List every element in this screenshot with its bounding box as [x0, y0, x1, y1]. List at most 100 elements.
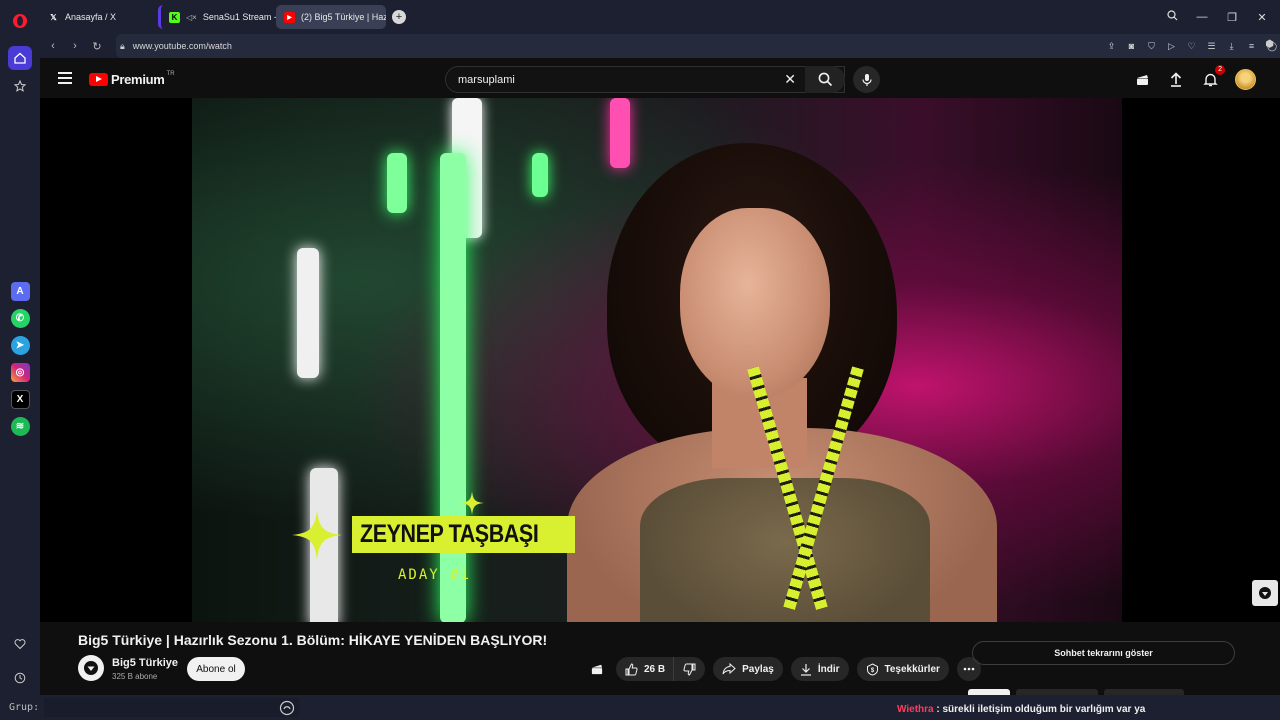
telegram-icon[interactable]: ➤ [10, 336, 30, 355]
logo-text: Premium [111, 72, 165, 87]
new-tab-button[interactable]: + [392, 10, 406, 24]
svg-text:$: $ [870, 668, 874, 674]
more-horizontal-icon [963, 667, 975, 671]
tab-label: SenaSu1 Stream - Kick [202, 12, 276, 22]
create-clapper-icon[interactable] [1133, 70, 1151, 88]
clip-clapper-icon[interactable] [588, 660, 606, 678]
kick-logo-icon: K [169, 11, 180, 23]
upload-arrow-icon[interactable] [1167, 70, 1185, 88]
notification-count-badge: 2 [1215, 65, 1225, 75]
show-chat-replay-button[interactable]: Sohbet tekrarını göster [972, 641, 1235, 665]
tab-bar: 𝕏 Anasayfa / X K ◁× SenaSu1 Stream - Kic… [40, 0, 1280, 34]
url-text: www.youtube.com/watch [132, 41, 232, 51]
dislike-button[interactable] [673, 657, 706, 681]
video-actions: 26 B Paylaş İndir $ Teşekkürler [588, 657, 981, 681]
clear-search-icon[interactable]: ✕ [784, 71, 796, 88]
player-icon[interactable]: ▷ [1167, 41, 1176, 52]
share-arrow-icon [722, 663, 736, 675]
send-to-icon[interactable]: ⇪ [1107, 41, 1116, 52]
download-icon [800, 663, 811, 676]
contestant-name: ZEYNEP TAŞBAŞI [360, 520, 539, 548]
youtube-premium-logo[interactable]: Premium TR [89, 70, 175, 87]
neon-light-white-left [297, 248, 319, 378]
tab-kick-stream[interactable]: K ◁× SenaSu1 Stream - Kick [158, 5, 276, 29]
download-label: İndir [817, 663, 840, 675]
x-logo-icon: 𝕏 [50, 12, 57, 22]
notifications-bell-icon[interactable]: 2 [1201, 65, 1225, 88]
channel-name[interactable]: Big5 Türkiye [112, 657, 178, 669]
video-player[interactable]: ZEYNEP TAŞBAŞI ADAY #1 [40, 98, 1280, 622]
lock-icon: 🔒︎ [120, 40, 125, 51]
extensions-cube-icon[interactable]: ⬢ [1265, 39, 1274, 50]
neon-light-green-small [532, 153, 548, 197]
youtube-logo-icon: ▶ [284, 11, 295, 23]
search-input[interactable]: marsuplami ✕ [445, 66, 845, 93]
spotify-icon[interactable]: ≋ [10, 417, 30, 436]
region-code: TR [166, 70, 175, 77]
restore-icon[interactable]: ❐ [1224, 11, 1240, 24]
neon-light-green-left [387, 153, 407, 213]
x-twitter-icon[interactable]: X [10, 390, 30, 409]
chat-bubble-icon[interactable] [279, 700, 295, 716]
super-thanks-icon: $ [866, 662, 878, 676]
youtube-play-icon [89, 73, 108, 86]
tab-x-home[interactable]: 𝕏 Anasayfa / X [40, 5, 158, 29]
name-plate: ZEYNEP TAŞBAŞI [352, 516, 576, 553]
thumbs-up-icon [625, 662, 638, 675]
thumbs-down-icon [683, 663, 696, 676]
screen: A ✆ ➤ ◎ X ≋ 𝕏 Anasayfa / X K ◁× SenaSu1 … [0, 0, 1280, 720]
sparkle-icon [292, 510, 342, 560]
sidebar-apps: A ✆ ➤ ◎ X ≋ [0, 282, 40, 436]
address-bar: ‹ › ↻ 🔒︎ www.youtube.com/watch ⇪ ◙ ⛉ ▷ ♡… [40, 34, 1280, 58]
thanks-button[interactable]: $ Teşekkürler [856, 657, 949, 681]
microphone-icon [861, 73, 872, 86]
window-controls: — ❐ ✕ [1164, 0, 1280, 34]
subscribe-button[interactable]: Abone ol [187, 657, 245, 681]
close-window-icon[interactable]: ✕ [1254, 11, 1270, 24]
opera-sidebar: A ✆ ➤ ◎ X ≋ [0, 0, 40, 713]
channel-avatar[interactable] [78, 655, 104, 681]
youtube-header: Premium TR marsuplami ✕ 2 [40, 58, 1280, 100]
bookmarks-star-icon[interactable] [8, 74, 32, 98]
group-input[interactable] [44, 698, 299, 717]
back-icon[interactable]: ‹ [42, 40, 64, 52]
favorites-heart-icon[interactable] [8, 632, 32, 656]
neon-light-pink [610, 98, 630, 168]
download-button[interactable]: İndir [790, 657, 849, 681]
menu-lines-icon[interactable]: ≡ [1247, 41, 1256, 51]
instagram-icon[interactable]: ◎ [10, 363, 30, 382]
downloads-icon[interactable]: ⤓ [1227, 41, 1236, 52]
opera-logo-icon[interactable] [9, 10, 31, 32]
tab-youtube-active[interactable]: ▶ (2) Big5 Türkiye | Hazırlık [276, 5, 386, 29]
sparkle-small-icon [460, 491, 484, 515]
forward-icon[interactable]: › [64, 40, 86, 52]
adblock-shield-icon[interactable]: ⛉ [1147, 41, 1156, 52]
like-button[interactable]: 26 B [616, 657, 674, 681]
minimize-icon[interactable]: — [1194, 11, 1210, 23]
tab-label: (2) Big5 Türkiye | Hazırlık [301, 12, 386, 22]
like-count: 26 B [644, 663, 666, 675]
home-icon[interactable] [8, 46, 32, 70]
account-avatar[interactable] [1235, 68, 1256, 90]
url-field[interactable]: 🔒︎ www.youtube.com/watch ⇪ ◙ ⛉ ▷ ♡ ☰ ⤓ ≡… [116, 34, 1280, 58]
reload-icon[interactable]: ↻ [86, 40, 108, 53]
snapshot-camera-icon[interactable]: ◙ [1127, 41, 1136, 51]
candidate-number: ADAY #1 [398, 567, 472, 583]
share-button[interactable]: Paylaş [713, 657, 783, 681]
tab-search-icon[interactable] [1164, 10, 1180, 24]
aria-ai-icon[interactable]: A [10, 282, 30, 301]
voice-search-button[interactable] [853, 66, 880, 93]
tab-label: Anasayfa / X [65, 12, 117, 22]
video-frame: ZEYNEP TAŞBAŞI ADAY #1 [192, 98, 1122, 622]
guide-menu-icon[interactable] [58, 72, 72, 87]
history-clock-icon[interactable] [8, 666, 32, 690]
chat-message: Wiethra : sürekli iletişim olduğum bir v… [897, 704, 1145, 715]
bookmark-heart-icon[interactable]: ♡ [1187, 41, 1196, 52]
header-actions: 2 [1133, 65, 1256, 90]
channel-watermark-icon[interactable] [1252, 580, 1278, 606]
search-button[interactable] [805, 66, 845, 93]
muted-speaker-icon[interactable]: ◁× [186, 13, 197, 22]
easy-setup-icon[interactable]: ☰ [1207, 41, 1216, 52]
whatsapp-icon[interactable]: ✆ [10, 309, 30, 328]
search-icon [818, 72, 832, 87]
